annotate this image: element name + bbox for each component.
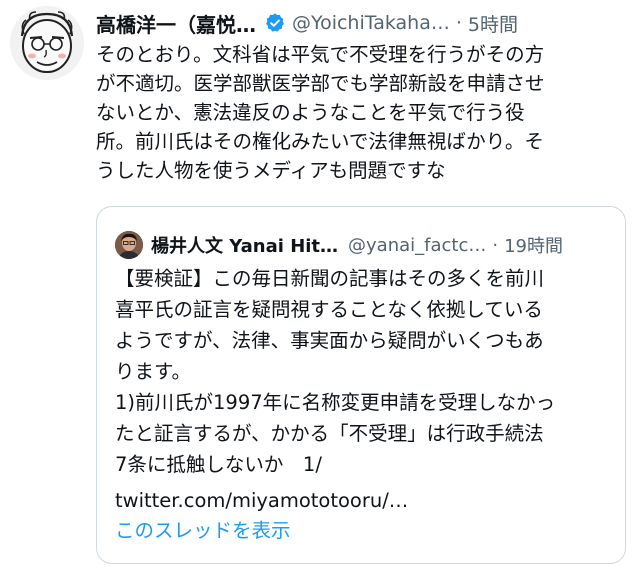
quoted-author-handle[interactable]: @yanai_factc… [348, 235, 486, 256]
tweet[interactable]: 高橋洋一（嘉悦… @YoichiTakaha… · 5時間 そのとおり。文科省は… [0, 0, 640, 572]
show-thread-link[interactable]: このスレッドを表示 [115, 515, 291, 546]
caricature-avatar-icon [10, 6, 84, 80]
quoted-tweet-timestamp[interactable]: 19時間 [504, 232, 563, 258]
quoted-tweet[interactable]: 楊井人文 Yanai Hit… @yanai_factc… · 19時間 【要検… [96, 206, 626, 564]
header-separator: · [455, 12, 462, 34]
quoted-tweet-link[interactable]: twitter.com/miyamototooru/… [115, 485, 408, 516]
verified-badge-icon [266, 13, 284, 32]
quoted-author-avatar[interactable] [115, 231, 143, 259]
tweet-timestamp[interactable]: 5時間 [468, 10, 518, 37]
quoted-tweet-text: 【要検証】この毎日新聞の記事はその多くを前川 喜平氏の証言を疑問視することなく依… [115, 267, 556, 476]
author-handle[interactable]: @YoichiTakaha… [292, 12, 450, 34]
person-photo-icon [115, 231, 143, 259]
author-avatar[interactable] [10, 6, 84, 80]
tweet-header: 高橋洋一（嘉悦… @YoichiTakaha… · 5時間 [96, 8, 630, 38]
quoted-header-separator: · [492, 234, 499, 256]
quoted-author-display-name[interactable]: 楊井人文 Yanai Hit… [151, 232, 338, 258]
quoted-tweet-header: 楊井人文 Yanai Hit… @yanai_factc… · 19時間 [115, 231, 617, 259]
author-display-name[interactable]: 高橋洋一（嘉悦… [96, 9, 256, 38]
tweet-text: そのとおり。文科省は平気で不受理を行うがその方 が不適切。医学部獣医学部でも学部… [96, 43, 545, 182]
